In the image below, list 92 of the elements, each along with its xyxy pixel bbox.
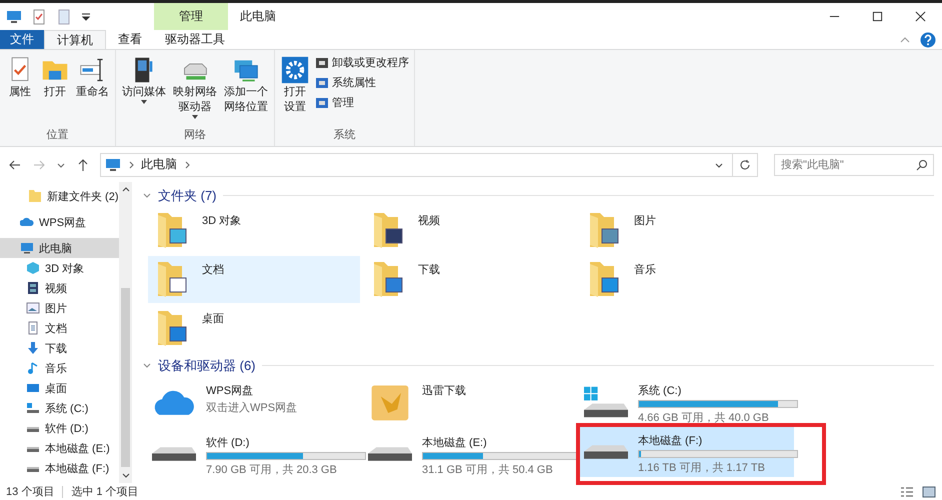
search-icon[interactable] bbox=[916, 158, 928, 170]
back-arrow-icon[interactable] bbox=[8, 158, 22, 172]
picture-icon bbox=[26, 301, 40, 315]
breadcrumb[interactable]: 此电脑 bbox=[141, 156, 177, 173]
nav-item[interactable]: 下载 bbox=[0, 338, 119, 358]
up-arrow-icon[interactable] bbox=[76, 158, 90, 172]
nav-item[interactable]: 系统 (C:) bbox=[0, 398, 119, 418]
folder-tile[interactable]: 图片 bbox=[580, 207, 792, 254]
ribbon-button[interactable]: 打开 设置 bbox=[278, 54, 312, 127]
group-label: 网络 bbox=[183, 128, 207, 143]
ribbon-button[interactable]: 重命名 bbox=[73, 54, 112, 127]
nav-item[interactable]: 软件 (D:) bbox=[0, 418, 119, 438]
desktop-icon bbox=[26, 381, 40, 395]
music-note-icon bbox=[26, 361, 40, 375]
ribbon-tab[interactable]: 查看 bbox=[106, 30, 154, 49]
scroll-up-icon[interactable] bbox=[122, 186, 130, 194]
drive-icon bbox=[152, 447, 196, 461]
context-tab-group: 管理 bbox=[179, 8, 203, 25]
folder-tile[interactable]: 视频 bbox=[364, 207, 576, 254]
nav-item[interactable]: 图片 bbox=[0, 298, 119, 318]
chevron-down-icon[interactable] bbox=[142, 190, 152, 200]
dropdown-caret-icon[interactable] bbox=[192, 115, 198, 119]
file-tab[interactable]: 文件 bbox=[0, 30, 44, 49]
drive-tile[interactable]: 软件 (D:) 7.90 GB 可用，共 20.3 GB bbox=[148, 429, 360, 479]
system-drive-icon bbox=[26, 401, 40, 415]
ribbon-button[interactable]: 管理 bbox=[313, 94, 411, 111]
nav-item[interactable]: 音乐 bbox=[0, 358, 119, 378]
maximize-icon[interactable] bbox=[872, 11, 883, 22]
ribbon-button[interactable]: 卸载或更改程序 bbox=[313, 54, 411, 71]
ribbon-tab[interactable]: 计算机 bbox=[44, 30, 106, 49]
section-heading[interactable]: 文件夹 (7) bbox=[158, 186, 216, 204]
drive-icon bbox=[368, 447, 412, 461]
collapse-ribbon-icon[interactable] bbox=[900, 34, 910, 44]
nav-item[interactable]: 文档 bbox=[0, 318, 119, 338]
system-properties-icon bbox=[315, 76, 329, 90]
folder-tile[interactable]: 3D 对象 bbox=[148, 207, 360, 254]
section-heading[interactable]: 设备和驱动器 (6) bbox=[158, 356, 256, 374]
ribbon-button[interactable]: 系统属性 bbox=[313, 74, 411, 91]
document-icon bbox=[26, 321, 40, 335]
folder-tile[interactable]: 文档 bbox=[148, 256, 360, 303]
ribbon-button[interactable]: 打开 bbox=[38, 54, 72, 127]
settings-icon bbox=[281, 56, 309, 84]
ribbon-button[interactable]: 属性 bbox=[3, 54, 37, 127]
computer-management-icon bbox=[315, 96, 329, 110]
group-label: 位置 bbox=[46, 128, 70, 143]
nav-item[interactable]: 桌面 bbox=[0, 378, 119, 398]
refresh-icon[interactable] bbox=[739, 158, 751, 170]
chevron-right-icon[interactable] bbox=[127, 160, 135, 168]
download-arrow-icon bbox=[26, 341, 40, 355]
close-icon[interactable] bbox=[915, 11, 926, 22]
window-title: 此电脑 bbox=[240, 8, 276, 25]
details-view-icon[interactable] bbox=[900, 484, 914, 498]
cloud-icon bbox=[20, 215, 34, 229]
folder-tile[interactable]: 桌面 bbox=[148, 305, 360, 352]
item-count: 13 个项目 bbox=[6, 485, 54, 499]
ribbon-button[interactable]: 访问媒体 bbox=[119, 54, 169, 127]
refresh-button[interactable] bbox=[732, 152, 758, 176]
computer-icon[interactable] bbox=[6, 8, 22, 24]
device-tile[interactable]: 迅雷下载 bbox=[364, 377, 576, 427]
folder-tile[interactable]: 下载 bbox=[364, 256, 576, 303]
scrollbar[interactable] bbox=[119, 182, 132, 483]
dropdown-caret-icon[interactable] bbox=[81, 12, 91, 22]
device-tile[interactable]: WPS网盘 双击进入WPS网盘 bbox=[148, 377, 360, 427]
group-label: 系统 bbox=[332, 128, 356, 143]
ribbon-button[interactable]: 添加一个 网络位置 bbox=[221, 54, 271, 127]
selection-count: 选中 1 个项目 bbox=[71, 485, 139, 499]
help-icon[interactable] bbox=[920, 32, 936, 48]
large-icons-view-icon[interactable] bbox=[922, 484, 936, 498]
nav-item[interactable]: 本地磁盘 (F:) bbox=[0, 458, 119, 478]
drive-icon bbox=[584, 445, 628, 459]
nav-item[interactable]: 视频 bbox=[0, 278, 119, 298]
folder-tile[interactable]: 音乐 bbox=[580, 256, 792, 303]
computer-icon bbox=[105, 156, 121, 172]
cube-icon bbox=[26, 261, 40, 275]
nav-item[interactable]: 3D 对象 bbox=[0, 258, 119, 278]
program-icon bbox=[315, 56, 329, 70]
nav-item[interactable]: WPS网盘 bbox=[0, 212, 119, 232]
film-icon bbox=[26, 281, 40, 295]
drive-tile[interactable]: 系统 (C:) 4.66 GB 可用，共 40.0 GB bbox=[580, 377, 792, 427]
scroll-down-icon[interactable] bbox=[122, 471, 130, 479]
nav-item[interactable]: 本地磁盘 (E:) bbox=[0, 438, 119, 458]
nav-item[interactable]: 此电脑 bbox=[0, 238, 119, 258]
chevron-right-icon[interactable] bbox=[183, 160, 191, 168]
search-field[interactable]: 搜索"此电脑" bbox=[774, 154, 934, 176]
dropdown-caret-icon[interactable] bbox=[141, 100, 147, 104]
nav-item[interactable]: 新建文件夹 (2) bbox=[0, 186, 119, 206]
ribbon-button[interactable]: 映射网络 驱动器 bbox=[170, 54, 220, 127]
folder-icon bbox=[28, 189, 42, 203]
chevron-down-icon[interactable] bbox=[142, 360, 152, 370]
checklist-icon[interactable] bbox=[31, 8, 47, 24]
address-bar[interactable]: 此电脑 bbox=[100, 152, 733, 176]
computer-icon bbox=[20, 241, 34, 255]
